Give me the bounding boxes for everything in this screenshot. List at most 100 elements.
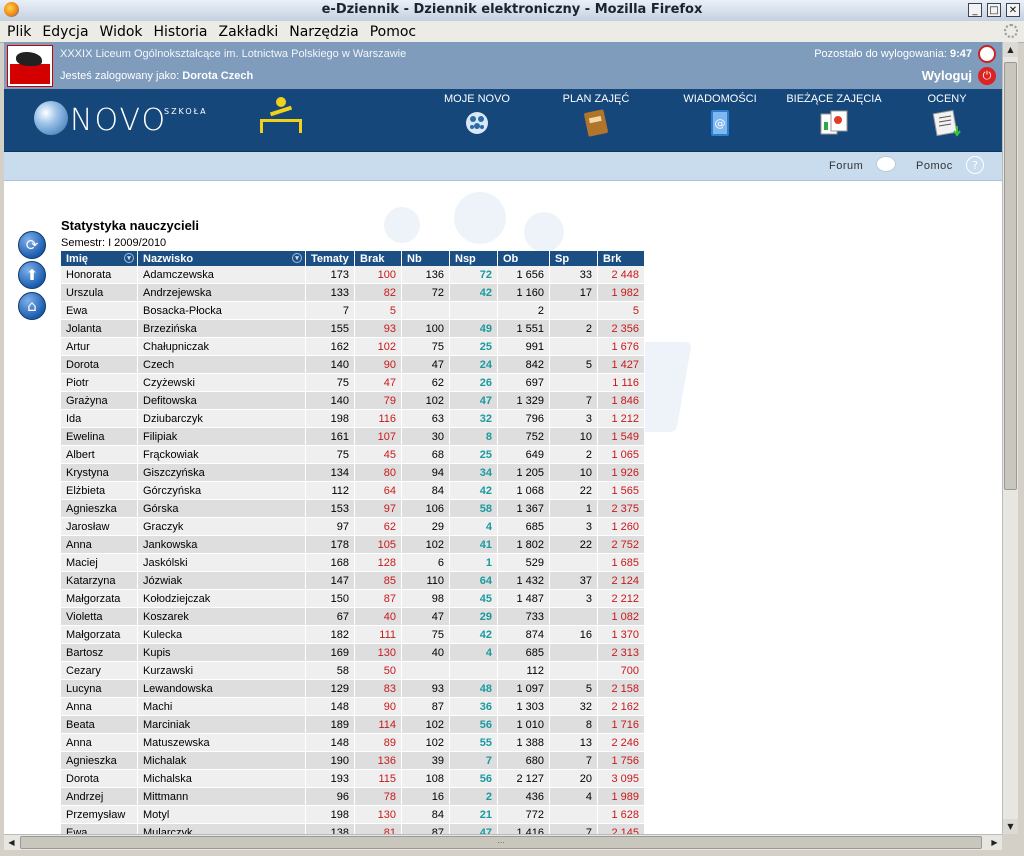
cell-tematy: 153: [305, 499, 355, 518]
cell-sp: [549, 337, 598, 356]
table-row[interactable]: Dorota Czech 140 90 47 24 842 5 1 427: [61, 355, 645, 374]
table-row[interactable]: Cezary Kurzawski 58 50 112 700: [61, 661, 645, 680]
nav-moje-novo[interactable]: MOJE NOVO: [442, 93, 512, 138]
table-row[interactable]: Artur Chałupniczak 162 102 75 25 991 1 676: [61, 337, 645, 356]
cell-nazwisko: Machi: [137, 697, 306, 716]
cell-brk: 2 124: [597, 571, 645, 590]
table-row[interactable]: Agnieszka Michalak 190 136 39 7 680 7 1 756: [61, 751, 645, 770]
scroll-up-arrow[interactable]: ▲: [1003, 42, 1018, 57]
table-row[interactable]: Grażyna Defitowska 140 79 102 47 1 329 7 1 846: [61, 391, 645, 410]
table-row[interactable]: Piotr Czyżewski 75 47 62 26 697 1 116: [61, 373, 645, 392]
col-tematy[interactable]: Tematy: [305, 251, 355, 266]
table-row[interactable]: Albert Frąckowiak 75 45 68 25 649 2 1 065: [61, 445, 645, 464]
cell-tematy: 155: [305, 319, 355, 338]
table-row[interactable]: Katarzyna Józwiak 147 85 110 64 1 432 37 2 124: [61, 571, 645, 590]
cell-ob: 529: [497, 553, 550, 572]
table-row[interactable]: Agnieszka Górska 153 97 106 58 1 367 1 2 375: [61, 499, 645, 518]
svg-text:@: @: [715, 117, 726, 130]
menu-historia[interactable]: Historia: [147, 22, 212, 40]
scroll-left-arrow[interactable]: ◀: [4, 835, 19, 850]
cell-ob: 2 127: [497, 769, 550, 788]
col-nb[interactable]: Nb: [401, 251, 450, 266]
col-label: Imię: [66, 252, 89, 265]
cell-nsp: 47: [449, 823, 498, 834]
cell-nsp: 41: [449, 535, 498, 554]
cell-brk: 700: [597, 661, 645, 680]
close-button[interactable]: ✕: [1006, 3, 1020, 17]
col-brak[interactable]: Brak: [354, 251, 402, 266]
up-button[interactable]: ⬆: [18, 261, 46, 289]
help-icon[interactable]: ?: [966, 156, 984, 174]
cell-sp: 10: [549, 463, 598, 482]
table-row[interactable]: Ewa Mularczyk 138 81 87 47 1 416 7 2 145: [61, 823, 645, 834]
table-row[interactable]: Ewa Bosacka-Płocka 7 5 2 5: [61, 301, 645, 320]
sort-icon[interactable]: ▾: [292, 253, 302, 263]
table-row[interactable]: Przemysław Motyl 198 130 84 21 772 1 628: [61, 805, 645, 824]
col-nsp[interactable]: Nsp: [449, 251, 498, 266]
school-logo[interactable]: [7, 45, 53, 87]
menu-pomoc[interactable]: Pomoc: [363, 22, 420, 40]
cell-ob: 796: [497, 409, 550, 428]
table-row[interactable]: Elżbieta Górczyńska 112 64 84 42 1 068 22 1 565: [61, 481, 645, 500]
help-link[interactable]: Pomoc: [916, 160, 953, 172]
cell-brk: 1 212: [597, 409, 645, 428]
table-row[interactable]: Ida Dziubarczyk 198 116 63 32 796 3 1 212: [61, 409, 645, 428]
horizontal-scrollbar[interactable]: ◀ ⋯ ▶: [4, 834, 1002, 850]
table-row[interactable]: Ewelina Filipiak 161 107 30 8 752 10 1 549: [61, 427, 645, 446]
cell-ob: 436: [497, 787, 550, 806]
table-row[interactable]: Bartosz Kupis 169 130 40 4 685 2 313: [61, 643, 645, 662]
table-row[interactable]: Andrzej Mittmann 96 78 16 2 436 4 1 989: [61, 787, 645, 806]
nav-oceny[interactable]: OCENY: [922, 93, 972, 138]
col-ob[interactable]: Ob: [497, 251, 550, 266]
table-row[interactable]: Krystyna Giszczyńska 134 80 94 34 1 205 10 1 926: [61, 463, 645, 482]
power-icon[interactable]: ⏻: [978, 67, 996, 85]
table-row[interactable]: Urszula Andrzejewska 133 82 72 42 1 160 17 1 982: [61, 283, 645, 302]
forum-bubble-icon[interactable]: [876, 156, 896, 172]
col-imie[interactable]: Imię ▾: [61, 251, 138, 266]
scroll-down-arrow[interactable]: ▼: [1003, 819, 1018, 834]
logout-link[interactable]: Wyloguj: [922, 68, 972, 83]
cell-imie: Piotr: [61, 373, 138, 392]
cell-brk: 1 082: [597, 607, 645, 626]
col-nazwisko[interactable]: Nazwisko ▾: [137, 251, 306, 266]
sort-icon[interactable]: ▾: [124, 253, 134, 263]
cell-nazwisko: Dziubarczyk: [137, 409, 306, 428]
table-row[interactable]: Anna Machi 148 90 87 36 1 303 32 2 162: [61, 697, 645, 716]
table-row[interactable]: Małgorzata Kulecka 182 111 75 42 874 16 1 370: [61, 625, 645, 644]
minimize-button[interactable]: _: [968, 3, 982, 17]
refresh-button[interactable]: ⟳: [18, 231, 46, 259]
vertical-scroll-thumb[interactable]: [1004, 62, 1017, 490]
col-sp[interactable]: Sp: [549, 251, 598, 266]
table-row[interactable]: Lucyna Lewandowska 129 83 93 48 1 097 5 2 158: [61, 679, 645, 698]
maximize-button[interactable]: □: [987, 3, 1001, 17]
horizontal-scroll-thumb[interactable]: ⋯: [20, 836, 982, 849]
menu-plik[interactable]: Plik: [0, 22, 35, 40]
cell-brak: 80: [354, 463, 402, 482]
scroll-right-arrow[interactable]: ▶: [987, 835, 1002, 850]
cell-imie: Maciej: [61, 553, 138, 572]
nav-biezace-zajecia[interactable]: BIEŻĄCE ZAJĘCIA: [784, 93, 884, 138]
nav-wiadomosci[interactable]: WIADOMOŚCI @: [680, 93, 760, 138]
table-row[interactable]: Jarosław Graczyk 97 62 29 4 685 3 1 260: [61, 517, 645, 536]
cell-nb: 47: [401, 355, 450, 374]
table-row[interactable]: Jolanta Brzezińska 155 93 100 49 1 551 2 2 356: [61, 319, 645, 338]
menu-zakladki[interactable]: Zakładki: [212, 22, 283, 40]
novo-logo[interactable]: NOVO SZKOŁA: [34, 101, 224, 141]
table-row[interactable]: Violetta Koszarek 67 40 47 29 733 1 082: [61, 607, 645, 626]
table-row[interactable]: Anna Jankowska 178 105 102 41 1 802 22 2 752: [61, 535, 645, 554]
table-row[interactable]: Maciej Jaskólski 168 128 6 1 529 1 685: [61, 553, 645, 572]
cell-nazwisko: Kupis: [137, 643, 306, 662]
vertical-scrollbar[interactable]: ▲ ▼: [1002, 42, 1018, 834]
forum-link[interactable]: Forum: [829, 160, 863, 172]
menu-narzedzia[interactable]: Narzędzia: [282, 22, 362, 40]
table-row[interactable]: Małgorzata Kołodziejczak 150 87 98 45 1 487 3 2 …: [61, 589, 645, 608]
col-brk[interactable]: Brk: [597, 251, 645, 266]
table-row[interactable]: Beata Marciniak 189 114 102 56 1 010 8 1 716: [61, 715, 645, 734]
menu-widok[interactable]: Widok: [93, 22, 147, 40]
nav-plan-zajec[interactable]: PLAN ZAJĘĆ: [556, 93, 636, 138]
table-row[interactable]: Honorata Adamczewska 173 100 136 72 1 656 33 2 4…: [61, 266, 645, 284]
menu-edycja[interactable]: Edycja: [35, 22, 92, 40]
home-button[interactable]: ⌂: [18, 292, 46, 320]
table-row[interactable]: Dorota Michalska 193 115 108 56 2 127 20 3 095: [61, 769, 645, 788]
table-row[interactable]: Anna Matuszewska 148 89 102 55 1 388 13 2 246: [61, 733, 645, 752]
